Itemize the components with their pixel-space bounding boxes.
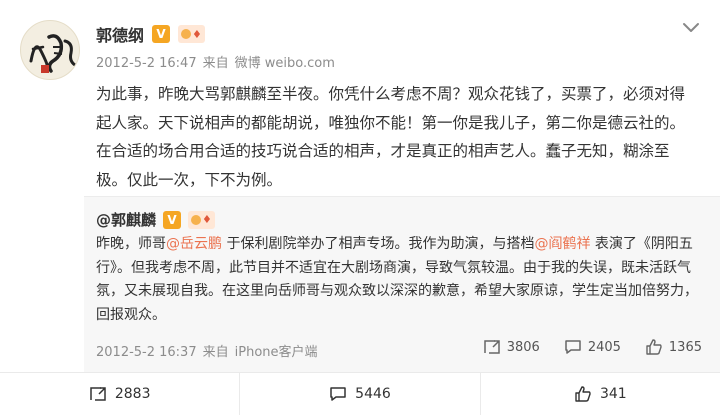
repost-share-count: 3806 <box>506 339 540 355</box>
repost-source[interactable]: iPhone客户端 <box>235 345 318 360</box>
source-prefix: 来自 <box>202 56 229 71</box>
repost-stats: 3806 2405 1365 <box>471 339 702 355</box>
repost-text: 昨晚，师哥@岳云鹏 于保利剧院举办了相声专场。我作为助演，与搭档@阎鹤祥 表演了… <box>96 233 702 327</box>
repost-like-count: 1365 <box>668 339 702 355</box>
repost-like-button[interactable]: 1365 <box>633 339 702 355</box>
verified-v-icon: V <box>152 25 171 43</box>
avatar[interactable] <box>20 20 80 80</box>
avatar-calligraphy-icon <box>29 34 77 73</box>
post-source[interactable]: 微博 weibo.com <box>235 56 335 71</box>
repost-comment-count: 2405 <box>587 339 621 355</box>
comment-icon <box>565 340 581 354</box>
like-icon <box>575 386 591 402</box>
like-icon <box>646 339 662 355</box>
post-text: 为此事，昨晚大骂郭麒麟至半夜。你凭什么考虑不周？观众花钱了，买票了，必须对得起人… <box>96 85 686 189</box>
level-badge-icon: ♦ <box>178 25 205 43</box>
post-time[interactable]: 2012-5-2 16:47 <box>96 56 197 71</box>
verified-v-icon: V <box>163 210 182 229</box>
repost-icon <box>483 340 500 354</box>
comment-icon <box>330 387 346 401</box>
repost-share-button[interactable]: 3806 <box>471 339 552 355</box>
level-badge-icon: ♦ <box>188 210 215 229</box>
repost-meta: 2012-5-2 16:37 来自 iPhone客户端 <box>96 341 324 360</box>
like-count: 341 <box>599 386 627 402</box>
repost-icon <box>90 387 106 401</box>
source-prefix: 来自 <box>202 345 229 360</box>
repost-time[interactable]: 2012-5-2 16:37 <box>96 345 197 360</box>
repost-text-part: 昨晚，师哥 <box>96 236 166 252</box>
action-bar: 2883 5446 341 <box>0 372 720 415</box>
comment-button[interactable]: 5446 <box>239 373 479 415</box>
post-meta: 2012-5-2 16:47 来自 微博 weibo.com <box>96 52 341 71</box>
author-row: 郭德纲 V ♦ <box>96 22 205 46</box>
repost-author-name[interactable]: @郭麒麟 <box>96 209 156 230</box>
mention-link[interactable]: @阎鹤祥 <box>534 236 590 252</box>
comment-count: 5446 <box>355 386 391 402</box>
repost-button[interactable]: 2883 <box>0 373 239 415</box>
like-button[interactable]: 341 <box>479 373 720 415</box>
author-name[interactable]: 郭德纲 <box>96 22 144 46</box>
repost-author-row: @郭麒麟 V ♦ <box>96 209 215 230</box>
repost-text-part: 于保利剧院举办了相声专场。我作为助演，与搭档 <box>222 236 535 252</box>
mention-link[interactable]: @岳云鹏 <box>166 236 222 252</box>
chevron-down-icon[interactable] <box>682 22 700 34</box>
repost-comment-button[interactable]: 2405 <box>552 339 633 355</box>
repost-count: 2883 <box>114 386 151 402</box>
repost-card: @郭麒麟 V ♦ 昨晚，师哥@岳云鹏 于保利剧院举办了相声专场。我作为助演，与搭… <box>84 196 720 372</box>
